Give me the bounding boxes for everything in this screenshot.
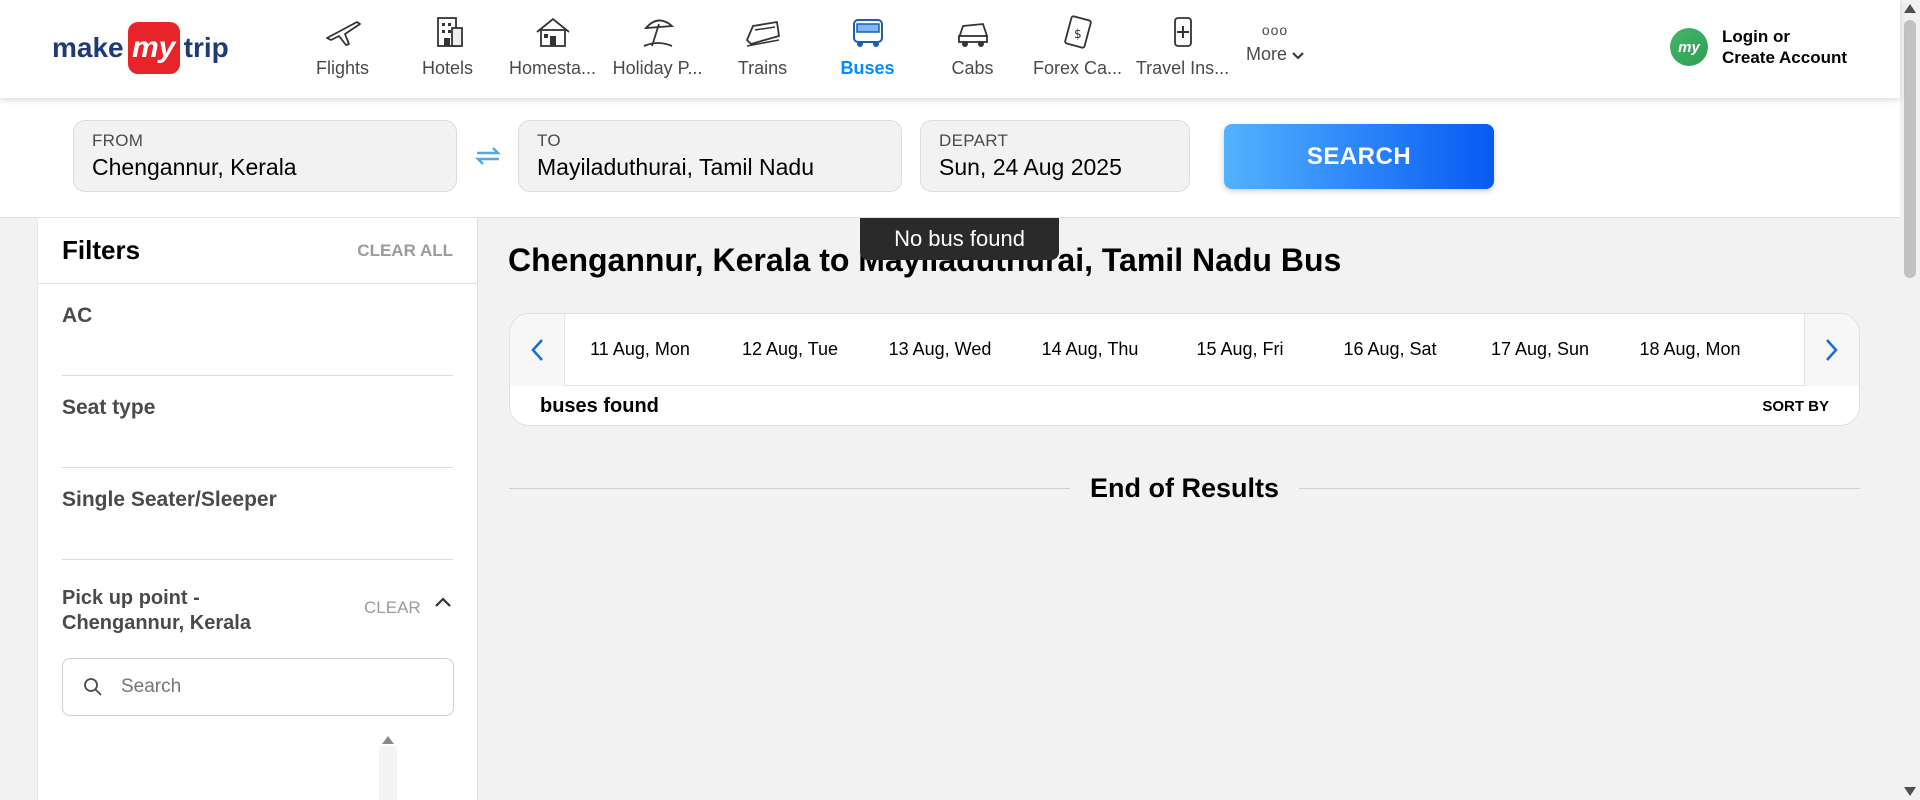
pickup-search-input[interactable] [121,676,421,698]
cab-icon [957,23,988,47]
chevron-down-icon [1292,52,1304,60]
logo-my-badge: my [127,22,180,74]
filter-section-pickup: Pick up point - Chengannur, Kerala CLEAR [62,560,454,716]
nav-item-travel-insurance[interactable]: Travel Ins... [1130,0,1235,98]
date-tab[interactable]: 12 Aug, Tue [715,339,865,360]
pickup-title: Pick up point - Chengannur, Kerala [62,587,251,634]
results-card: 11 Aug, Mon 12 Aug, Tue 13 Aug, Wed 14 A… [509,313,1860,426]
date-strip: 11 Aug, Mon 12 Aug, Tue 13 Aug, Wed 14 A… [510,313,1859,386]
next-dates-button[interactable] [1804,314,1859,386]
scroll-up-arrow[interactable] [1904,4,1916,13]
date-list: 11 Aug, Mon 12 Aug, Tue 13 Aug, Wed 14 A… [565,339,1765,360]
main-nav: Flights Hotels Homesta... Holiday P... T… [290,0,1315,98]
end-of-results: End of Results [509,468,1861,508]
chevron-left-icon [531,338,543,361]
search-button[interactable]: SEARCH [1224,124,1494,189]
to-value: Mayiladuthurai, Tamil Nadu [537,154,814,180]
depart-value: Sun, 24 Aug 2025 [939,154,1122,180]
sort-by-button[interactable]: SORT BY [1762,398,1829,415]
pickup-clear-button[interactable]: CLEAR [364,598,421,618]
top-header: make my trip Flights Hotels Homesta... H… [0,0,1900,98]
chevron-up-icon[interactable] [434,596,452,608]
train-icon [745,21,780,47]
date-tab[interactable]: 14 Aug, Thu [1015,339,1165,360]
login-text: Login or Create Account [1722,27,1848,67]
nav-item-buses[interactable]: Buses [815,0,920,98]
buses-found-text: buses found [540,394,659,417]
insurance-icon [1173,17,1192,47]
date-tab[interactable]: 15 Aug, Fri [1165,339,1315,360]
date-tab[interactable]: 11 Aug, Mon [565,339,715,360]
logo-trip: trip [183,32,229,63]
date-tab[interactable]: 13 Aug, Wed [865,339,1015,360]
search-icon [84,678,102,696]
nav-label: Buses [840,58,895,78]
divider [509,487,1070,489]
to-label: TO [537,131,561,150]
avatar-icon: my [1670,28,1708,66]
filters-panel: Filters CLEAR ALL AC Seat type Single Se… [37,218,478,800]
from-field[interactable]: FROM Chengannur, Kerala [73,120,457,192]
chevron-right-icon [1826,339,1838,361]
filters-title: Filters [62,235,141,265]
scroll-down-arrow[interactable] [1904,787,1916,796]
more-dots-icon: ooo [1261,22,1289,38]
nav-item-homestays[interactable]: Homesta... [500,0,605,98]
hotel-icon [436,17,463,47]
filter-section-seater-sleeper[interactable]: Single Seater/Sleeper [62,468,453,560]
date-tab[interactable]: 16 Aug, Sat [1315,339,1465,360]
nav-more-menu[interactable]: ooo More [1235,0,1315,98]
nav-item-cabs[interactable]: Cabs [920,0,1025,98]
makemytrip-logo[interactable]: make my trip [52,22,229,74]
depart-field[interactable]: DEPART Sun, 24 Aug 2025 [920,120,1190,192]
swap-icon [475,147,501,165]
no-bus-toast: No bus found [860,218,1059,260]
nav-label: Travel Ins... [1135,58,1230,78]
nav-label: Holiday P... [612,58,703,78]
scroll-thumb[interactable] [1904,20,1916,278]
end-of-results-text: End of Results [1090,472,1280,503]
more-label: More [1246,44,1304,65]
bus-icon [852,19,883,47]
divider [1299,487,1861,489]
depart-label: DEPART [939,131,1009,150]
nav-label: Homesta... [508,58,597,78]
forex-icon: $ [1063,15,1092,49]
search-bar: FROM Chengannur, Kerala TO Mayiladuthura… [0,98,1900,218]
nav-label: Forex Ca... [1032,58,1123,78]
to-field[interactable]: TO Mayiladuthurai, Tamil Nadu [518,120,902,192]
date-tab[interactable]: 18 Aug, Mon [1615,339,1765,360]
page-scrollbar[interactable] [1900,0,1920,800]
results-summary: buses found SORT BY [510,386,1859,426]
nav-item-holiday-packages[interactable]: Holiday P... [605,0,710,98]
nav-item-trains[interactable]: Trains [710,0,815,98]
nav-item-flights[interactable]: Flights [290,0,395,98]
from-label: FROM [92,131,144,150]
nav-label: Hotels [421,58,474,78]
date-tab[interactable]: 17 Aug, Sun [1465,339,1615,360]
pickup-search-box[interactable] [62,658,454,716]
filters-header: Filters CLEAR ALL [38,218,477,284]
login-button[interactable]: my Login or Create Account [1670,26,1847,68]
filter-section-seat-type[interactable]: Seat type [62,376,453,468]
prev-dates-button[interactable] [510,313,565,386]
nav-item-forex-card[interactable]: $ Forex Ca... [1025,0,1130,98]
nav-label: Flights [315,58,369,78]
pickup-list-scrollbar[interactable] [378,732,398,800]
holiday-icon [643,19,674,47]
nav-label: Trains [737,58,788,78]
svg-text:$: $ [1074,27,1082,41]
nav-label: Cabs [951,58,994,78]
flight-icon [325,21,361,46]
logo-make: make [52,32,124,63]
nav-item-hotels[interactable]: Hotels [395,0,500,98]
swap-cities-button[interactable] [470,138,506,174]
from-value: Chengannur, Kerala [92,154,297,180]
clear-all-button[interactable]: CLEAR ALL [357,241,453,261]
filter-section-ac[interactable]: AC [62,284,453,376]
homestay-icon [535,17,570,47]
